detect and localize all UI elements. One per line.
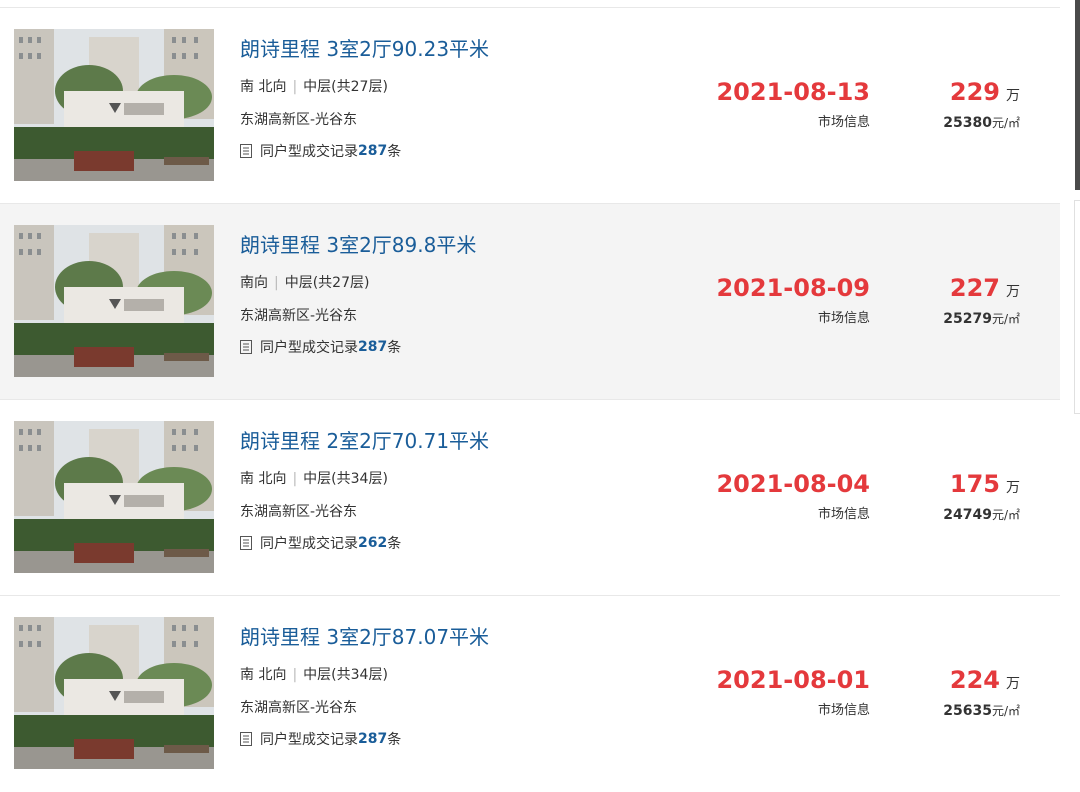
deal-date: 2021-08-09	[716, 274, 870, 302]
document-icon	[240, 732, 252, 746]
price-value: 229	[949, 78, 1000, 106]
orientation: 南 北向	[240, 79, 287, 95]
unit-price-unit: 元/㎡	[991, 312, 1020, 326]
document-icon	[240, 144, 252, 158]
side-panel-edge	[1074, 200, 1080, 414]
district: 东湖高新区-光谷东	[240, 504, 358, 520]
deal-record-link[interactable]: 同户型成交记录 287 条	[240, 141, 401, 161]
unit-price-unit: 元/㎡	[991, 508, 1020, 522]
house-info: 南 北向 | 中层(共27层)	[240, 76, 388, 96]
unit-price: 25635元/㎡	[860, 702, 1020, 719]
house-info: 南向 | 中层(共27层)	[240, 272, 369, 292]
info-source: 市场信息	[817, 115, 870, 130]
listing-row[interactable]: 朗诗里程 2室2厅70.71平米 南 北向 | 中层(共34层) 东湖高新区-光谷东…	[0, 400, 1060, 596]
listing-title[interactable]: 朗诗里程 3室2厅89.8平米	[240, 229, 476, 258]
listing-photo[interactable]	[14, 421, 214, 573]
listing-photo[interactable]	[14, 225, 214, 377]
floor-info: 中层(共34层)	[303, 471, 388, 487]
price-value: 175	[949, 470, 1000, 498]
orientation: 南向	[240, 275, 268, 291]
deal-record-link[interactable]: 同户型成交记录 287 条	[240, 729, 401, 749]
total-price: 224 万	[880, 666, 1020, 694]
orientation: 南 北向	[240, 667, 287, 683]
price-value: 224	[949, 666, 1000, 694]
deal-label: 同户型成交记录	[260, 536, 358, 552]
deal-label: 同户型成交记录	[260, 340, 358, 356]
separator: |	[274, 275, 279, 291]
price-unit: 万	[1006, 480, 1020, 496]
deal-date: 2021-08-04	[716, 470, 870, 498]
listing-row[interactable]: 朗诗里程 3室2厅90.23平米 南 北向 | 中层(共27层) 东湖高新区-光谷东…	[0, 8, 1060, 204]
side-banner-edge	[1075, 0, 1080, 190]
deal-suffix: 条	[387, 732, 402, 748]
listing-title[interactable]: 朗诗里程 3室2厅90.23平米	[240, 33, 489, 62]
total-price: 227 万	[880, 274, 1020, 302]
info-source: 市场信息	[817, 703, 870, 718]
listing-title[interactable]: 朗诗里程 3室2厅87.07平米	[240, 621, 489, 650]
price-unit: 万	[1006, 284, 1020, 300]
listing-row[interactable]: 朗诗里程 3室2厅87.07平米 南 北向 | 中层(共34层) 东湖高新区-光谷东…	[0, 596, 1060, 792]
district: 东湖高新区-光谷东	[240, 700, 358, 716]
separator: |	[292, 79, 298, 95]
deal-suffix: 条	[387, 536, 402, 552]
unit-price-value: 25380	[943, 115, 992, 131]
deal-label: 同户型成交记录	[260, 732, 358, 748]
deal-suffix: 条	[387, 144, 402, 160]
listing-photo[interactable]	[14, 29, 214, 181]
price-unit: 万	[1006, 88, 1020, 104]
deal-count: 287	[358, 731, 388, 747]
price-value: 227	[949, 274, 1000, 302]
document-icon	[240, 340, 252, 354]
district: 东湖高新区-光谷东	[240, 308, 358, 324]
deal-count: 287	[358, 339, 388, 355]
total-price: 175 万	[880, 470, 1020, 498]
unit-price: 25279元/㎡	[860, 310, 1020, 327]
deal-count: 262	[358, 535, 388, 551]
deal-date: 2021-08-13	[716, 78, 870, 106]
unit-price-value: 25279	[943, 311, 992, 327]
house-info: 南 北向 | 中层(共34层)	[240, 468, 388, 488]
floor-info: 中层(共34层)	[303, 667, 388, 683]
unit-price: 25380元/㎡	[860, 114, 1020, 131]
separator: |	[292, 667, 298, 683]
orientation: 南 北向	[240, 471, 287, 487]
district: 东湖高新区-光谷东	[240, 112, 358, 128]
deal-record-link[interactable]: 同户型成交记录 287 条	[240, 337, 401, 357]
separator: |	[292, 471, 298, 487]
unit-price-unit: 元/㎡	[991, 116, 1020, 130]
deal-count: 287	[358, 143, 388, 159]
info-source: 市场信息	[817, 311, 870, 326]
unit-price-value: 25635	[943, 703, 992, 719]
document-icon	[240, 536, 252, 550]
deal-record-link[interactable]: 同户型成交记录 262 条	[240, 533, 401, 553]
deal-suffix: 条	[387, 340, 402, 356]
unit-price-unit: 元/㎡	[991, 704, 1020, 718]
floor-info: 中层(共27层)	[284, 275, 370, 291]
listing-title[interactable]: 朗诗里程 2室2厅70.71平米	[240, 425, 489, 454]
info-source: 市场信息	[817, 507, 870, 522]
floor-info: 中层(共27层)	[303, 79, 388, 95]
unit-price: 24749元/㎡	[860, 506, 1020, 523]
price-unit: 万	[1006, 676, 1020, 692]
deal-label: 同户型成交记录	[260, 144, 358, 160]
deal-date: 2021-08-01	[716, 666, 870, 694]
listing-row[interactable]: 朗诗里程 3室2厅89.8平米 南向 | 中层(共27层) 东湖高新区-光谷东 同户…	[0, 204, 1060, 400]
house-info: 南 北向 | 中层(共34层)	[240, 664, 388, 684]
total-price: 229 万	[880, 78, 1020, 106]
unit-price-value: 24749	[943, 507, 992, 523]
listing-photo[interactable]	[14, 617, 214, 769]
